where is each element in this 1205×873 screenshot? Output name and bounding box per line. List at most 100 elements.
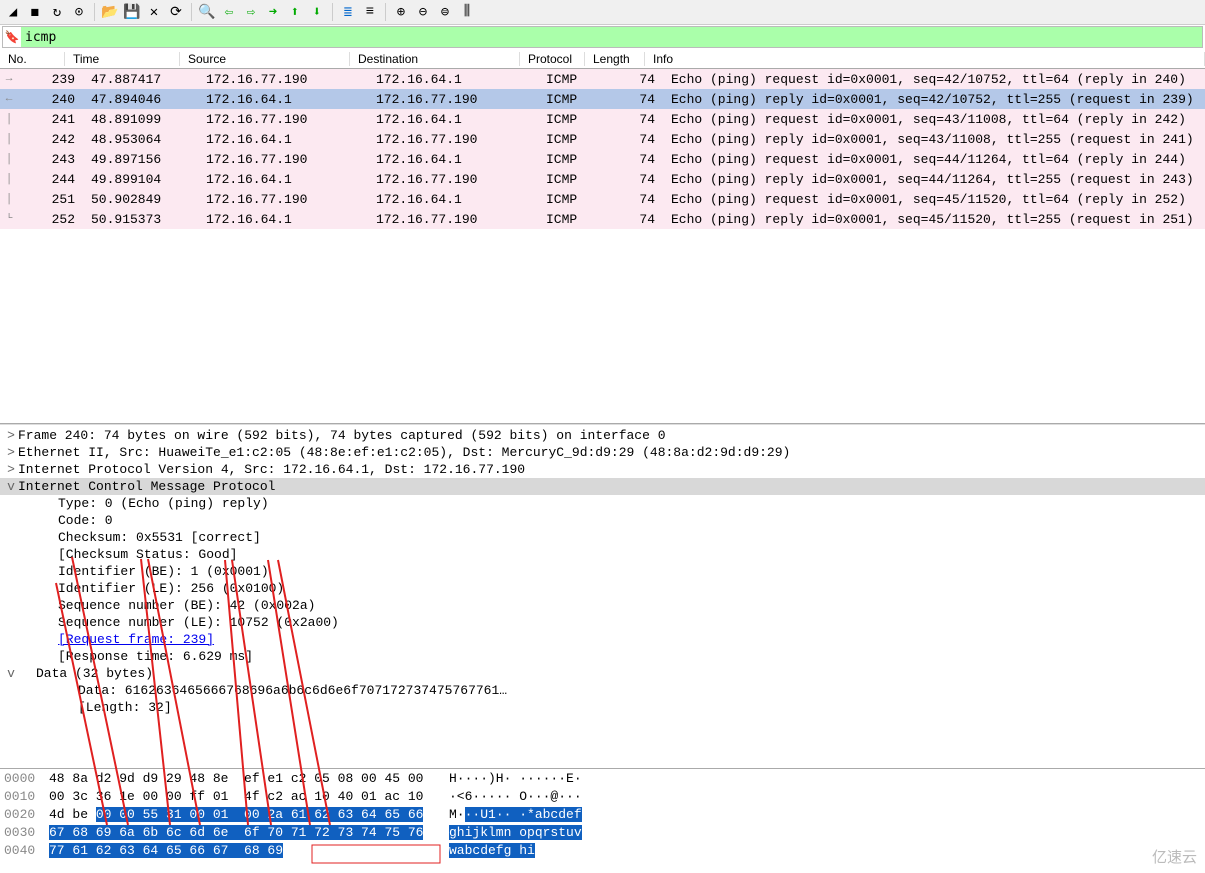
cell-no: 239	[18, 72, 83, 87]
packet-tree-glyph: │	[0, 173, 18, 185]
zoom-in-icon[interactable]: ⊕	[391, 2, 411, 22]
packet-row[interactable]: │24148.891099172.16.77.190172.16.64.1ICM…	[0, 109, 1205, 129]
detail-line[interactable]: Data: 6162636465666768696a6b6c6d6e6f7071…	[0, 682, 1205, 699]
cell-destination: 172.16.64.1	[368, 152, 538, 167]
hex-line[interactable]: 001000 3c 36 1e 00 00 ff 01 4f c2 ac 10 …	[0, 789, 1205, 807]
restart-capture-icon[interactable]: ↻	[47, 2, 67, 22]
detail-text: Checksum: 0x5531 [correct]	[18, 530, 261, 545]
filter-bookmark-icon[interactable]: 🔖	[3, 28, 21, 46]
cell-length: 74	[603, 172, 663, 187]
detail-line[interactable]: >Internet Protocol Version 4, Src: 172.1…	[0, 461, 1205, 478]
packet-row[interactable]: │24349.897156172.16.77.190172.16.64.1ICM…	[0, 149, 1205, 169]
detail-text: Code: 0	[18, 513, 113, 528]
detail-line[interactable]: [Length: 32]	[0, 699, 1205, 716]
column-header-destination[interactable]: Destination	[350, 52, 520, 66]
detail-line[interactable]: [Request frame: 239]	[0, 631, 1205, 648]
detail-text: Identifier (BE): 1 (0x0001)	[18, 564, 269, 579]
expand-caret-icon[interactable]: v	[4, 666, 18, 681]
column-header-protocol[interactable]: Protocol	[520, 52, 585, 66]
detail-text: [Response time: 6.629 ms]	[18, 649, 253, 664]
back-icon[interactable]: ⇦	[219, 2, 239, 22]
request-frame-link[interactable]: [Request frame: 239]	[58, 632, 214, 647]
open-file-icon[interactable]: 📂	[100, 2, 120, 22]
cell-source: 172.16.64.1	[198, 92, 368, 107]
packet-tree-glyph: ←	[0, 93, 18, 105]
cell-length: 74	[603, 92, 663, 107]
autoscroll-icon[interactable]: ≣	[338, 2, 358, 22]
capture-options-icon[interactable]: ⊙	[69, 2, 89, 22]
cell-destination: 172.16.64.1	[368, 192, 538, 207]
start-capture-icon[interactable]: ◢	[3, 2, 23, 22]
packet-tree-glyph: │	[0, 113, 18, 125]
expand-caret-icon[interactable]: >	[4, 428, 18, 443]
first-packet-icon[interactable]: ⬆	[285, 2, 305, 22]
hex-offset: 0030	[4, 825, 49, 843]
hex-ascii: H····)H· ······E·	[449, 771, 582, 789]
detail-line[interactable]: vData (32 bytes)	[0, 665, 1205, 682]
cell-info: Echo (ping) request id=0x0001, seq=44/11…	[663, 152, 1205, 167]
hex-line[interactable]: 00204d be 00 00 55 31 00 01 00 2a 61 62 …	[0, 807, 1205, 825]
detail-line[interactable]: >Ethernet II, Src: HuaweiTe_e1:c2:05 (48…	[0, 444, 1205, 461]
cell-destination: 172.16.77.190	[368, 172, 538, 187]
colorize-icon[interactable]: ≡	[360, 2, 380, 22]
cell-no: 240	[18, 92, 83, 107]
column-header-length[interactable]: Length	[585, 52, 645, 66]
expand-caret-icon[interactable]: >	[4, 462, 18, 477]
last-packet-icon[interactable]: ⬇	[307, 2, 327, 22]
hex-line[interactable]: 003067 68 69 6a 6b 6c 6d 6e 6f 70 71 72 …	[0, 825, 1205, 843]
forward-icon[interactable]: ⇨	[241, 2, 261, 22]
cell-protocol: ICMP	[538, 192, 603, 207]
column-header-time[interactable]: Time	[65, 52, 180, 66]
hex-line[interactable]: 004077 61 62 63 64 65 66 67 68 69wabcdef…	[0, 843, 1205, 861]
column-header-source[interactable]: Source	[180, 52, 350, 66]
display-filter-input[interactable]	[21, 27, 1202, 47]
hex-bytes: 77 61 62 63 64 65 66 67 68 69	[49, 843, 449, 861]
cell-no: 251	[18, 192, 83, 207]
detail-text: [Length: 32]	[18, 700, 172, 715]
detail-line[interactable]: >Frame 240: 74 bytes on wire (592 bits),…	[0, 427, 1205, 444]
packet-row[interactable]: ←24047.894046172.16.64.1172.16.77.190ICM…	[0, 89, 1205, 109]
packet-row[interactable]: │24449.899104172.16.64.1172.16.77.190ICM…	[0, 169, 1205, 189]
column-header-no[interactable]: No.	[0, 52, 65, 66]
column-header-info[interactable]: Info	[645, 52, 1205, 66]
save-file-icon[interactable]: 💾	[122, 2, 142, 22]
detail-line[interactable]: Sequence number (LE): 10752 (0x2a00)	[0, 614, 1205, 631]
detail-line[interactable]: Checksum: 0x5531 [correct]	[0, 529, 1205, 546]
hex-offset: 0040	[4, 843, 49, 861]
detail-line[interactable]: Type: 0 (Echo (ping) reply)	[0, 495, 1205, 512]
detail-line[interactable]: Identifier (BE): 1 (0x0001)	[0, 563, 1205, 580]
expand-caret-icon[interactable]: v	[4, 479, 18, 494]
close-file-icon[interactable]: ✕	[144, 2, 164, 22]
goto-packet-icon[interactable]: ➜	[263, 2, 283, 22]
detail-text: Frame 240: 74 bytes on wire (592 bits), …	[18, 428, 666, 443]
detail-text: Ethernet II, Src: HuaweiTe_e1:c2:05 (48:…	[18, 445, 790, 460]
cell-time: 47.887417	[83, 72, 198, 87]
detail-line[interactable]: [Response time: 6.629 ms]	[0, 648, 1205, 665]
detail-line[interactable]: Code: 0	[0, 512, 1205, 529]
detail-line[interactable]: Identifier (LE): 256 (0x0100)	[0, 580, 1205, 597]
cell-info: Echo (ping) request id=0x0001, seq=43/11…	[663, 112, 1205, 127]
packet-row[interactable]: │25150.902849172.16.77.190172.16.64.1ICM…	[0, 189, 1205, 209]
resize-columns-icon[interactable]: ⫼	[457, 2, 477, 22]
detail-line[interactable]: [Checksum Status: Good]	[0, 546, 1205, 563]
reload-icon[interactable]: ⟳	[166, 2, 186, 22]
packet-row[interactable]: →23947.887417172.16.77.190172.16.64.1ICM…	[0, 69, 1205, 89]
cell-time: 50.915373	[83, 212, 198, 227]
zoom-out-icon[interactable]: ⊖	[413, 2, 433, 22]
zoom-reset-icon[interactable]: ⊜	[435, 2, 455, 22]
packet-tree-glyph: │	[0, 193, 18, 205]
cell-destination: 172.16.64.1	[368, 72, 538, 87]
expand-caret-icon[interactable]: >	[4, 445, 18, 460]
cell-protocol: ICMP	[538, 212, 603, 227]
stop-capture-icon[interactable]: ◼	[25, 2, 45, 22]
hex-ascii: M···U1·· ·*abcdef	[449, 807, 582, 825]
packet-row[interactable]: │24248.953064172.16.64.1172.16.77.190ICM…	[0, 129, 1205, 149]
cell-info: Echo (ping) request id=0x0001, seq=42/10…	[663, 72, 1205, 87]
detail-text: Data: 6162636465666768696a6b6c6d6e6f7071…	[18, 683, 507, 698]
detail-line[interactable]: Sequence number (BE): 42 (0x002a)	[0, 597, 1205, 614]
packet-row[interactable]: └25250.915373172.16.64.1172.16.77.190ICM…	[0, 209, 1205, 229]
cell-length: 74	[603, 72, 663, 87]
hex-line[interactable]: 000048 8a d2 9d d9 29 48 8e ef e1 c2 05 …	[0, 771, 1205, 789]
find-icon[interactable]: 🔍	[197, 2, 217, 22]
detail-line[interactable]: vInternet Control Message Protocol	[0, 478, 1205, 495]
